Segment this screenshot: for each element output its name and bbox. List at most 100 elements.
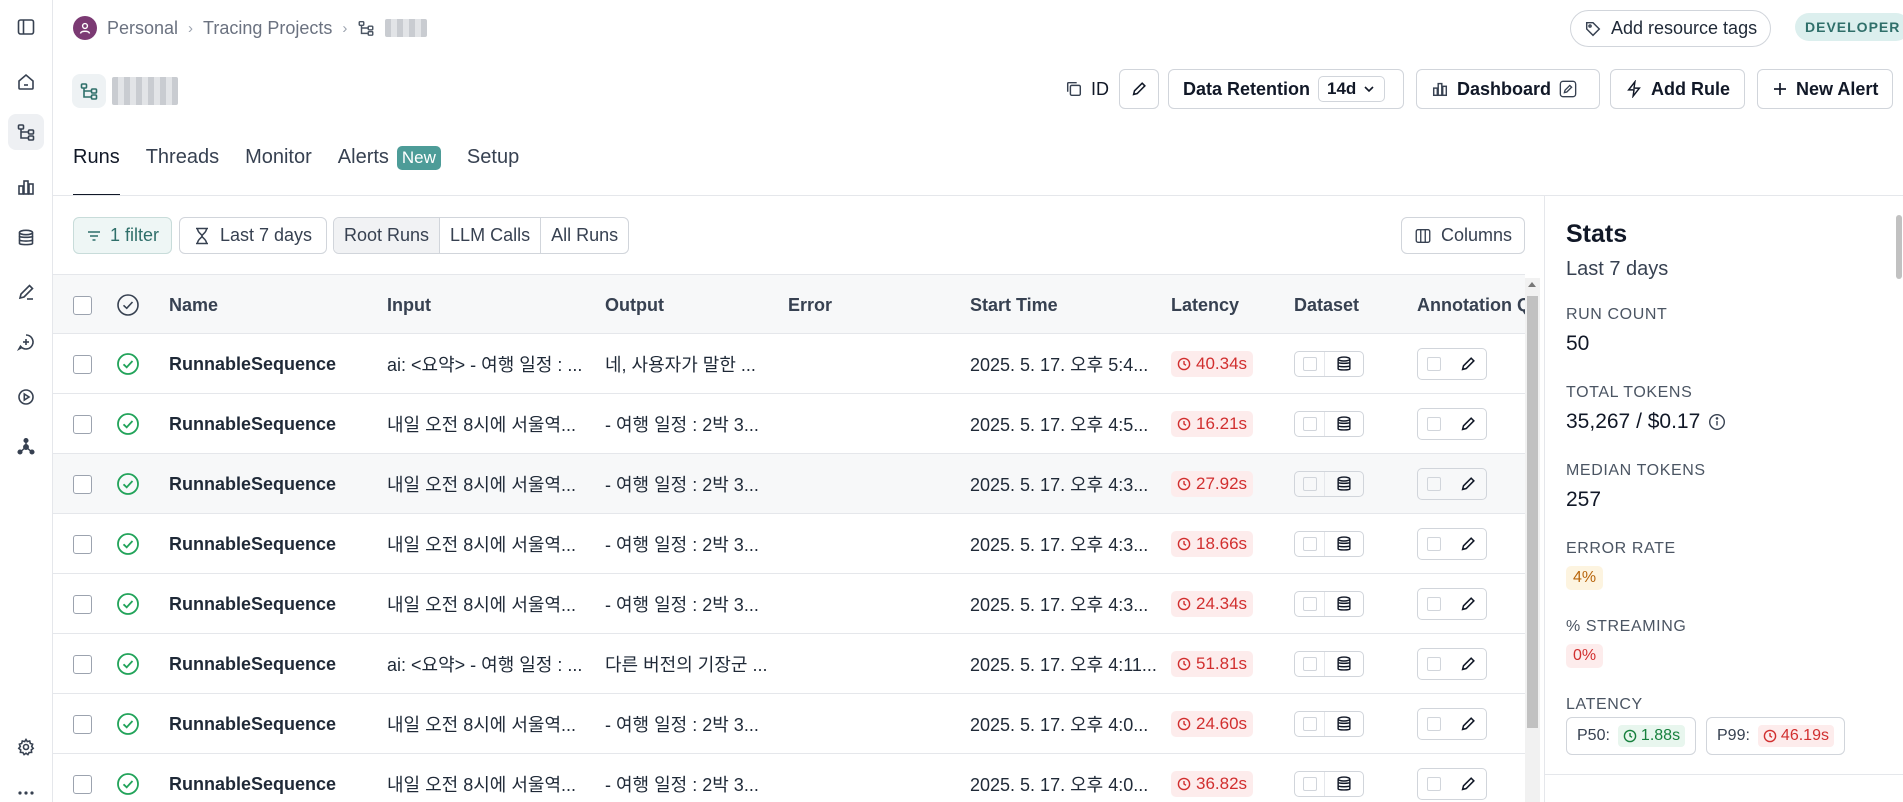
dataset-checkbox[interactable] xyxy=(1302,357,1317,371)
row-checkbox[interactable] xyxy=(73,594,92,614)
tab-monitor[interactable]: Monitor xyxy=(245,146,312,196)
table-row[interactable]: RunnableSequence 내일 오전 8시에 서울역... - 여행 일정 … xyxy=(53,754,1525,802)
row-checkbox[interactable] xyxy=(73,414,92,434)
monitoring-icon[interactable] xyxy=(8,169,44,205)
database-icon[interactable] xyxy=(1325,472,1363,496)
database-icon[interactable] xyxy=(1325,592,1363,616)
pencil-icon[interactable] xyxy=(1450,475,1486,493)
run-name[interactable]: RunnableSequence xyxy=(169,514,336,574)
column-header-annotation-queue[interactable]: Annotation Q xyxy=(1417,275,1525,335)
new-alert-button[interactable]: New Alert xyxy=(1757,69,1894,109)
more-icon[interactable] xyxy=(8,775,44,802)
annotation-checkbox[interactable] xyxy=(1427,717,1441,731)
all-runs-option[interactable]: All Runs xyxy=(541,218,628,253)
status-column-header[interactable] xyxy=(116,275,140,335)
annotation-checkbox[interactable] xyxy=(1427,537,1441,551)
scroll-up-icon[interactable] xyxy=(1528,282,1536,287)
row-checkbox[interactable] xyxy=(73,474,92,494)
add-to-dataset-control[interactable] xyxy=(1294,771,1364,797)
annotation-checkbox[interactable] xyxy=(1427,417,1441,431)
playground-icon[interactable] xyxy=(8,379,44,415)
info-icon[interactable] xyxy=(1708,413,1726,431)
column-header-latency[interactable]: Latency xyxy=(1171,275,1239,335)
annotation-checkbox[interactable] xyxy=(1427,477,1441,491)
run-name[interactable]: RunnableSequence xyxy=(169,574,336,634)
column-header-error[interactable]: Error xyxy=(788,275,832,335)
row-checkbox[interactable] xyxy=(73,774,92,794)
table-row[interactable]: RunnableSequence ai: <요약> - 여행 일정 : ... 네,… xyxy=(53,334,1525,394)
column-header-dataset[interactable]: Dataset xyxy=(1294,275,1359,335)
row-checkbox[interactable] xyxy=(73,534,92,554)
tab-runs[interactable]: Runs xyxy=(73,146,120,196)
add-resource-tags-button[interactable]: Add resource tags xyxy=(1570,10,1772,47)
filter-button[interactable]: 1 filter xyxy=(73,217,173,254)
pencil-icon[interactable] xyxy=(1450,595,1486,613)
stats-scrollbar-thumb[interactable] xyxy=(1896,215,1902,279)
tab-setup[interactable]: Setup xyxy=(467,146,519,196)
column-header-input[interactable]: Input xyxy=(387,275,431,335)
table-scrollbar[interactable] xyxy=(1525,278,1540,802)
pencil-icon[interactable] xyxy=(1450,415,1486,433)
datasets-icon[interactable] xyxy=(8,220,44,256)
edit-project-button[interactable] xyxy=(1119,69,1159,109)
dataset-checkbox[interactable] xyxy=(1302,657,1317,671)
database-icon[interactable] xyxy=(1325,352,1363,376)
add-to-dataset-control[interactable] xyxy=(1294,471,1364,497)
add-rule-button[interactable]: Add Rule xyxy=(1610,69,1745,109)
dataset-checkbox[interactable] xyxy=(1302,417,1317,431)
row-checkbox[interactable] xyxy=(73,354,92,374)
annotation-control[interactable] xyxy=(1417,708,1487,740)
breadcrumb-project-redacted[interactable] xyxy=(385,19,428,37)
database-icon[interactable] xyxy=(1325,772,1363,796)
home-icon[interactable] xyxy=(8,64,44,100)
add-to-dataset-control[interactable] xyxy=(1294,651,1364,677)
prompts-icon[interactable] xyxy=(8,324,44,360)
run-name[interactable]: RunnableSequence xyxy=(169,634,336,694)
edit-dashboard-icon[interactable] xyxy=(1559,80,1577,98)
dataset-checkbox[interactable] xyxy=(1302,537,1317,551)
tab-alerts[interactable]: Alerts New xyxy=(338,146,441,196)
run-name[interactable]: RunnableSequence xyxy=(169,334,336,394)
run-name[interactable]: RunnableSequence xyxy=(169,454,336,514)
column-header-name[interactable]: Name xyxy=(169,275,218,335)
table-row[interactable]: RunnableSequence 내일 오전 8시에 서울역... - 여행 일정 … xyxy=(53,454,1525,514)
llm-calls-option[interactable]: LLM Calls xyxy=(440,218,542,253)
copy-id-button[interactable]: ID xyxy=(1065,69,1109,109)
annotation-control[interactable] xyxy=(1417,588,1487,620)
table-scrollbar-thumb[interactable] xyxy=(1527,296,1538,728)
deployments-icon[interactable] xyxy=(8,429,44,465)
pencil-icon[interactable] xyxy=(1450,715,1486,733)
database-icon[interactable] xyxy=(1325,712,1363,736)
data-retention-select[interactable]: 14d xyxy=(1318,76,1386,102)
run-name[interactable]: RunnableSequence xyxy=(169,394,336,454)
columns-button[interactable]: Columns xyxy=(1401,217,1526,254)
annotation-icon[interactable] xyxy=(8,274,44,310)
run-name[interactable]: RunnableSequence xyxy=(169,754,336,802)
annotation-control[interactable] xyxy=(1417,408,1487,440)
annotation-checkbox[interactable] xyxy=(1427,657,1441,671)
tab-threads[interactable]: Threads xyxy=(146,146,219,196)
database-icon[interactable] xyxy=(1325,532,1363,556)
dataset-checkbox[interactable] xyxy=(1302,717,1317,731)
annotation-control[interactable] xyxy=(1417,348,1487,380)
pencil-icon[interactable] xyxy=(1450,355,1486,373)
dataset-checkbox[interactable] xyxy=(1302,597,1317,611)
row-checkbox[interactable] xyxy=(73,714,92,734)
column-header-output[interactable]: Output xyxy=(605,275,664,335)
root-runs-option[interactable]: Root Runs xyxy=(334,218,441,253)
settings-icon[interactable] xyxy=(8,729,44,765)
select-all-checkbox[interactable] xyxy=(73,295,92,315)
annotation-control[interactable] xyxy=(1417,468,1487,500)
add-to-dataset-control[interactable] xyxy=(1294,711,1364,737)
breadcrumb-workspace[interactable]: Personal xyxy=(107,18,178,39)
table-row[interactable]: RunnableSequence 내일 오전 8시에 서울역... - 여행 일정 … xyxy=(53,514,1525,574)
sidebar-toggle-icon[interactable] xyxy=(8,9,44,45)
annotation-checkbox[interactable] xyxy=(1427,597,1441,611)
avatar[interactable] xyxy=(73,16,97,40)
pencil-icon[interactable] xyxy=(1450,655,1486,673)
annotation-checkbox[interactable] xyxy=(1427,777,1441,791)
pencil-icon[interactable] xyxy=(1450,775,1486,793)
annotation-control[interactable] xyxy=(1417,648,1487,680)
column-header-start-time[interactable]: Start Time xyxy=(970,275,1058,335)
run-name[interactable]: RunnableSequence xyxy=(169,694,336,754)
